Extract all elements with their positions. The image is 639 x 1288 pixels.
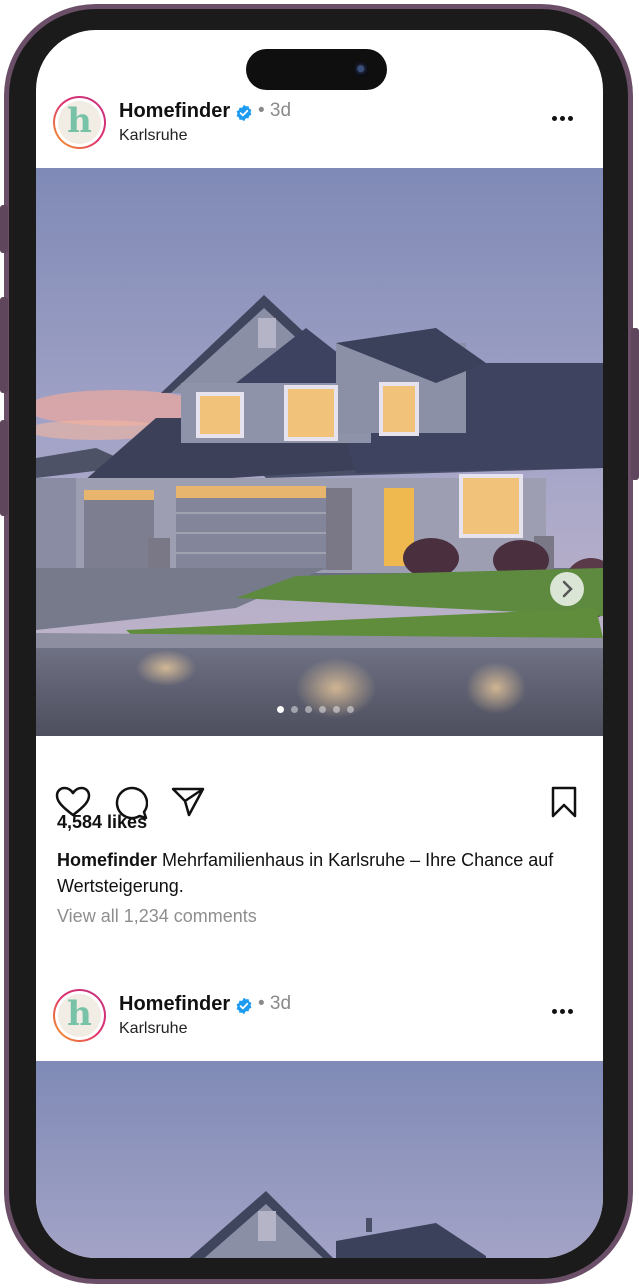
chevron-right-icon: [562, 580, 573, 598]
carousel-dot: [347, 706, 354, 713]
feed-post: h Homefinder • 3d Karlsruhe: [36, 923, 603, 1258]
screen: h Homefinder • 3d Karlsruhe 4,584 likes …: [36, 30, 603, 1258]
more-horizontal-icon[interactable]: [548, 112, 578, 124]
likes-count[interactable]: 4,584 likes: [57, 812, 147, 833]
post-time: • 3d: [258, 993, 292, 1014]
more-horizontal-icon[interactable]: [548, 1005, 578, 1017]
avatar-letter: h: [58, 994, 101, 1037]
house-photo: [36, 1061, 603, 1258]
volume-down-button: [0, 420, 8, 516]
post-header: h Homefinder • 3d Karlsruhe: [36, 923, 603, 1061]
caption-username[interactable]: Homefinder: [57, 850, 157, 870]
username[interactable]: Homefinder: [119, 993, 230, 1016]
power-button: [631, 328, 639, 480]
carousel-dot: [333, 706, 340, 713]
post-photo[interactable]: [36, 1061, 603, 1258]
next-image-button[interactable]: [550, 572, 584, 606]
volume-up-button: [0, 297, 8, 393]
carousel-indicator: [277, 706, 362, 714]
post-caption: Homefinder Mehrfamilienhaus in Karlsruhe…: [57, 847, 577, 899]
verified-badge-icon: [236, 997, 252, 1015]
house-photo: [36, 168, 603, 736]
post-location[interactable]: Karlsruhe: [119, 127, 187, 145]
feed-post: h Homefinder • 3d Karlsruhe: [36, 30, 603, 950]
verified-badge-icon: [236, 104, 252, 122]
post-time: • 3d: [258, 100, 292, 121]
post-actions: [36, 736, 603, 820]
avatar[interactable]: h: [53, 989, 106, 1042]
avatar[interactable]: h: [53, 96, 106, 149]
carousel-dot: [319, 706, 326, 713]
carousel-dot: [305, 706, 312, 713]
carousel-dot: [277, 706, 284, 713]
dynamic-island: [246, 49, 387, 90]
action-button: [0, 205, 8, 253]
bookmark-icon[interactable]: [550, 786, 578, 818]
post-location[interactable]: Karlsruhe: [119, 1020, 187, 1038]
post-photo[interactable]: [36, 168, 603, 736]
front-camera-icon: [354, 62, 369, 77]
paper-plane-icon[interactable]: [171, 786, 205, 818]
username[interactable]: Homefinder: [119, 100, 230, 123]
avatar-letter: h: [58, 101, 101, 144]
carousel-dot: [291, 706, 298, 713]
